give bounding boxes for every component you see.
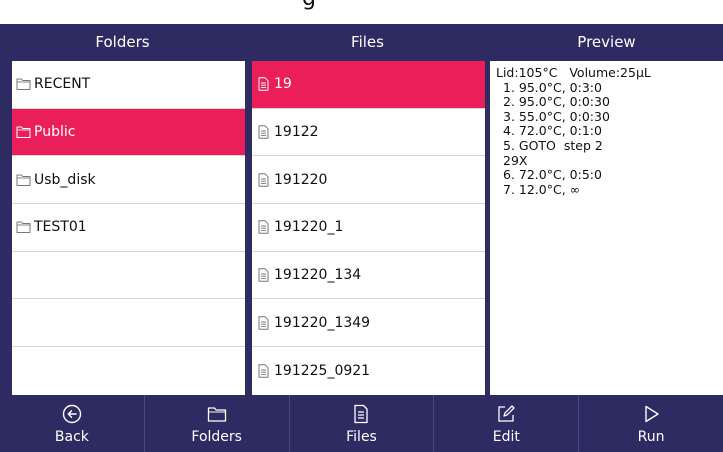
play-icon <box>640 403 662 425</box>
run-label: Run <box>637 428 665 445</box>
preview-step-line: 3. 55.0°C, 0:0:30 <box>503 108 610 124</box>
run-button[interactable]: Run <box>579 395 723 452</box>
file-row-label: 191220_134 <box>274 267 362 284</box>
app-frame: Folders Files Preview RECENT Public Usb_di… <box>0 24 723 452</box>
folder-row[interactable] <box>12 347 245 395</box>
folders-panel: RECENT Public Usb_disk TEST01 <box>12 61 245 395</box>
file-row[interactable]: 19 <box>252 61 485 109</box>
file-row-label: 191225_0921 <box>274 362 371 379</box>
folder-row-label: Public <box>34 124 76 141</box>
edit-label: Edit <box>492 428 520 445</box>
preview-panel: Lid:105°C Volume:25μL 1. 95.0°C, 0:3:0 2. … <box>490 61 723 395</box>
column-header: Folders Files Preview <box>0 24 723 60</box>
preview-header: Preview <box>577 33 636 51</box>
folder-icon <box>206 403 228 425</box>
file-row-label: 191220_1349 <box>274 314 371 331</box>
file-row-label: 191220 <box>274 171 328 188</box>
file-row[interactable]: 191220_1349 <box>252 299 485 348</box>
back-circle-icon <box>61 403 83 425</box>
file-icon <box>256 364 271 378</box>
file-row-label: 19 <box>274 76 292 93</box>
back-button[interactable]: Back <box>0 395 145 452</box>
preview-step-line: 7. 12.0°C, ∞ <box>503 181 581 197</box>
folders-header: Folders <box>95 33 150 51</box>
file-icon <box>350 403 372 425</box>
folders-button[interactable]: Folders <box>145 395 290 452</box>
file-row[interactable]: 191220_1 <box>252 204 485 252</box>
preview-step-line: 6. 72.0°C, 0:5:0 <box>503 167 602 183</box>
edit-button[interactable]: Edit <box>434 395 580 452</box>
files-header: Files <box>351 33 384 51</box>
folder-row[interactable]: Usb_disk <box>12 156 245 205</box>
folder-row-label: Usb_disk <box>34 171 96 188</box>
folder-icon <box>16 220 31 234</box>
edit-icon <box>495 403 517 425</box>
folder-row-label: RECENT <box>34 76 91 93</box>
files-panel: 19 19122 191220 191220_1 191220_134 191220_13… <box>252 61 485 395</box>
file-row-label: 19122 <box>274 124 319 141</box>
window-title: g <box>302 0 316 11</box>
file-row[interactable]: 19122 <box>252 109 485 157</box>
folder-icon <box>16 125 31 139</box>
file-icon <box>256 173 271 187</box>
preview-step-line: 4. 72.0°C, 0:1:0 <box>503 123 602 139</box>
bottom-toolbar: Back Folders Files Edit Run <box>0 395 723 452</box>
file-row-label: 191220_1 <box>274 219 344 236</box>
file-row[interactable]: 191225_0921 <box>252 347 485 395</box>
file-row[interactable]: 191220_134 <box>252 252 485 300</box>
file-row[interactable]: 191220 <box>252 156 485 205</box>
top-strip: g <box>0 0 723 24</box>
folder-icon <box>16 173 31 187</box>
files-button[interactable]: Files <box>290 395 435 452</box>
folder-row[interactable]: Public <box>12 108 245 157</box>
file-icon <box>256 316 271 330</box>
folders-label: Folders <box>191 428 242 445</box>
preview-step-line: 5. GOTO step 2 <box>503 137 603 153</box>
folder-row-label: TEST01 <box>34 219 87 236</box>
preview-header-line: Lid:105°C Volume:25μL <box>496 65 651 80</box>
file-icon <box>256 220 271 235</box>
files-label: Files <box>346 428 377 445</box>
file-icon <box>256 125 271 139</box>
folder-row[interactable]: TEST01 <box>12 204 245 252</box>
folder-row[interactable]: RECENT <box>12 61 245 109</box>
file-icon <box>256 268 271 282</box>
folder-row[interactable] <box>12 299 245 348</box>
folder-row[interactable] <box>12 252 245 300</box>
file-icon <box>256 77 271 92</box>
folder-icon <box>16 77 31 91</box>
preview-step-line: 29X <box>503 152 528 168</box>
preview-step-line: 2. 95.0°C, 0:0:30 <box>503 94 610 110</box>
preview-step-line: 1. 95.0°C, 0:3:0 <box>503 79 602 95</box>
back-label: Back <box>54 428 89 445</box>
